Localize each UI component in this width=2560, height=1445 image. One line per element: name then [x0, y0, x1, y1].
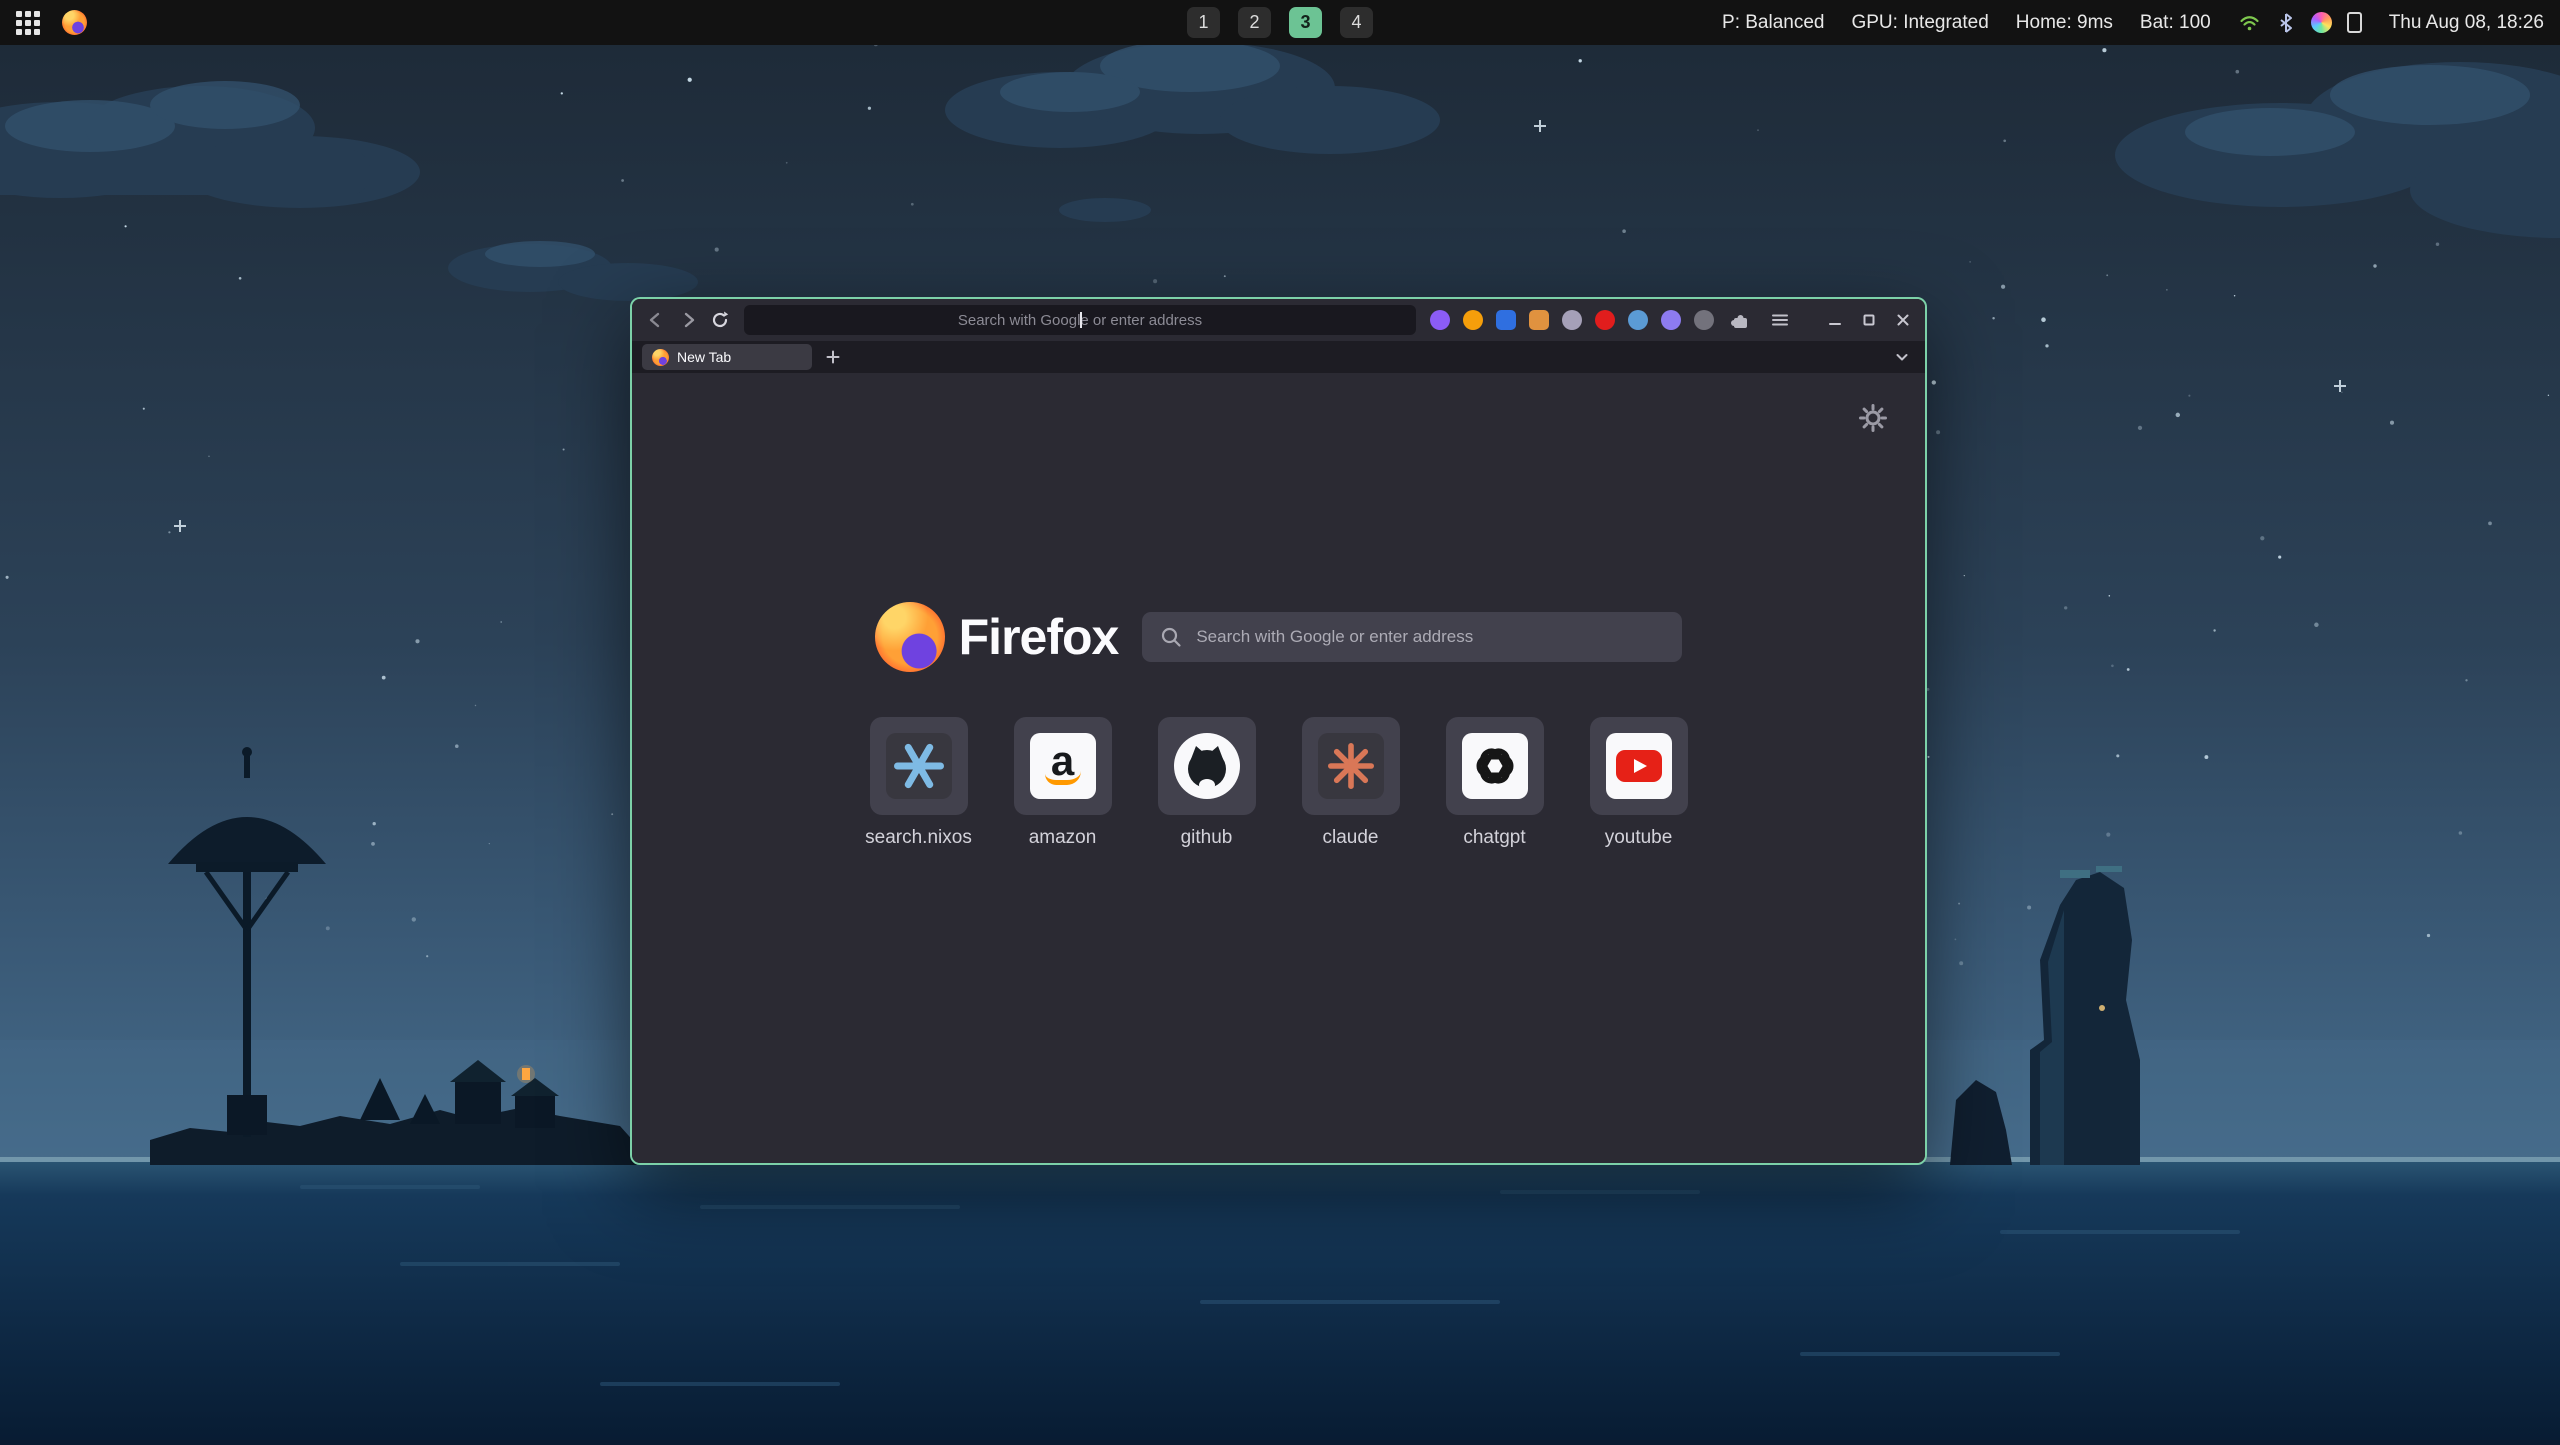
new-tab-button[interactable]	[820, 344, 846, 370]
extensions-puzzle-icon[interactable]	[1724, 304, 1756, 336]
firefox-logo	[875, 602, 945, 672]
shortcut-label: amazon	[1029, 827, 1097, 849]
window-controls	[1821, 306, 1917, 334]
shortcut-amazon[interactable]: a amazon	[1003, 717, 1123, 849]
extension-icon-8[interactable]	[1661, 310, 1681, 330]
wifi-icon[interactable]	[2238, 12, 2261, 34]
ping-status: Home: 9ms	[2016, 12, 2113, 34]
shortcut-claude[interactable]: claude	[1291, 717, 1411, 849]
shortcut-label: chatgpt	[1463, 827, 1525, 849]
tab-bar: New Tab	[632, 341, 1925, 373]
extension-icon-5[interactable]	[1562, 310, 1582, 330]
workspace-button-4[interactable]: 4	[1340, 7, 1373, 38]
shortcut-chatgpt[interactable]: chatgpt	[1435, 717, 1555, 849]
url-bar	[744, 305, 1416, 335]
gpu-status: GPU: Integrated	[1851, 12, 1988, 34]
workspace-button-3[interactable]: 3	[1289, 7, 1322, 38]
extension-toolbar	[1424, 310, 1720, 330]
power-profile-status: P: Balanced	[1722, 12, 1824, 34]
shortcut-label: search.nixos	[865, 827, 972, 849]
text-caret	[1080, 312, 1082, 328]
claude-starburst-icon	[1318, 733, 1384, 799]
extension-icon-6[interactable]	[1595, 310, 1615, 330]
close-button[interactable]	[1889, 306, 1917, 334]
shortcut-youtube[interactable]: youtube	[1579, 717, 1699, 849]
firefox-icon	[62, 10, 87, 35]
firefox-taskbar-icon[interactable]	[62, 10, 87, 35]
workspace-switcher: 1 2 3 4	[1187, 7, 1373, 38]
extension-icon-1[interactable]	[1430, 310, 1450, 330]
github-octocat-icon	[1174, 733, 1240, 799]
firefox-wordmark: Firefox	[959, 608, 1119, 666]
openai-knot-icon	[1462, 733, 1528, 799]
workspace-button-2[interactable]: 2	[1238, 7, 1271, 38]
nixos-snowflake-icon	[886, 733, 952, 799]
minimize-button[interactable]	[1821, 306, 1849, 334]
apps-grid-icon	[16, 11, 40, 35]
extension-icon-2[interactable]	[1463, 310, 1483, 330]
status-bar: 1 2 3 4 P: Balanced GPU: Integrated Home…	[0, 0, 2560, 45]
back-button[interactable]	[640, 304, 672, 336]
tab-title: New Tab	[677, 349, 731, 365]
newtab-search-bar	[1142, 612, 1682, 662]
tab-new-tab[interactable]: New Tab	[642, 344, 812, 370]
search-icon	[1160, 626, 1182, 648]
personalize-gear-icon[interactable]	[1859, 404, 1887, 432]
bluetooth-icon[interactable]	[2276, 12, 2296, 34]
maximize-button[interactable]	[1855, 306, 1883, 334]
shortcut-label: youtube	[1605, 827, 1673, 849]
battery-status: Bat: 100	[2140, 12, 2211, 34]
shortcut-tiles: search.nixos a amazon github	[632, 717, 1925, 849]
extension-icon-7[interactable]	[1628, 310, 1648, 330]
menu-hamburger-icon[interactable]	[1764, 304, 1796, 336]
forward-button[interactable]	[672, 304, 704, 336]
extension-icon-3[interactable]	[1496, 310, 1516, 330]
list-all-tabs-chevron-icon[interactable]	[1889, 344, 1915, 370]
firefox-window: New Tab Firefox	[630, 297, 1927, 1165]
system-tray	[2238, 12, 2362, 34]
extension-icon-9[interactable]	[1694, 310, 1714, 330]
tab-favicon-firefox	[652, 349, 669, 366]
shortcut-github[interactable]: github	[1147, 717, 1267, 849]
navigation-toolbar	[632, 299, 1925, 341]
reload-button[interactable]	[704, 304, 736, 336]
extension-icon-4[interactable]	[1529, 310, 1549, 330]
shortcut-label: claude	[1323, 827, 1379, 849]
app-launcher-button[interactable]	[16, 11, 40, 35]
tablet-icon[interactable]	[2347, 12, 2362, 33]
amazon-smile-icon	[1045, 771, 1081, 785]
workspace-button-1[interactable]: 1	[1187, 7, 1220, 38]
new-tab-page: Firefox se	[632, 373, 1925, 1163]
shortcut-label: github	[1181, 827, 1233, 849]
youtube-play-icon	[1616, 750, 1662, 782]
color-profile-icon[interactable]	[2311, 12, 2332, 33]
newtab-search-input[interactable]	[1142, 612, 1682, 662]
shortcut-search-nixos[interactable]: search.nixos	[859, 717, 979, 849]
clock[interactable]: Thu Aug 08, 18:26	[2389, 12, 2544, 34]
